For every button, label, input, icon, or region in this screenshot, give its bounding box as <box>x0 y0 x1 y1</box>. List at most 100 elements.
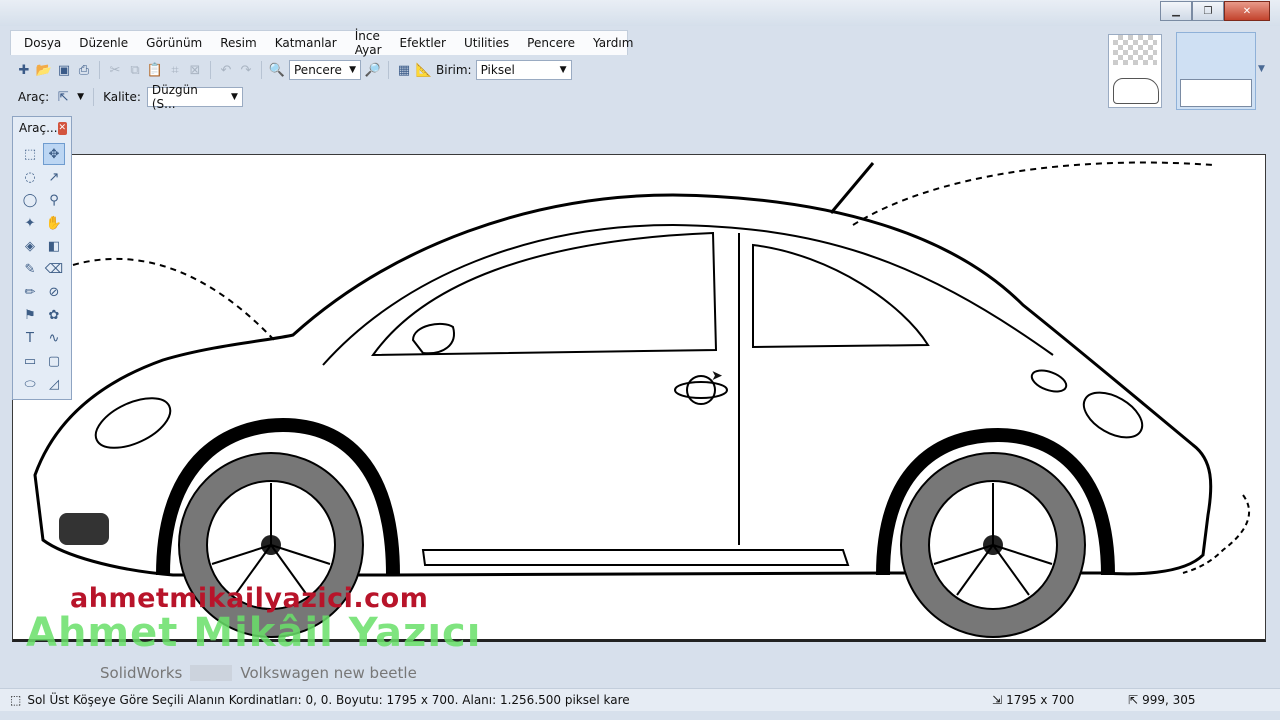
lasso-select-icon[interactable]: ◌ <box>19 166 41 188</box>
magic-wand-icon[interactable]: ✦ <box>19 212 41 234</box>
save-icon[interactable]: ▣ <box>56 62 72 78</box>
eraser-icon[interactable]: ⌫ <box>43 258 65 280</box>
zoom-out-icon[interactable]: 🔍 <box>269 62 285 78</box>
crop-icon[interactable]: ⌗ <box>167 62 183 78</box>
new-icon[interactable]: ✚ <box>16 62 32 78</box>
ellipse-icon[interactable]: ⬭ <box>19 373 41 395</box>
pan-icon[interactable]: ✋ <box>43 212 65 234</box>
move-selection-icon[interactable]: ↗ <box>43 166 65 188</box>
pencil-icon[interactable]: ✏ <box>19 281 41 303</box>
toolbar-separator <box>388 61 389 79</box>
copy-icon[interactable]: ⧉ <box>127 62 143 78</box>
chevron-down-icon: ▼ <box>230 92 238 102</box>
tools-window-close-button[interactable]: ✕ <box>57 121 67 135</box>
menu-yardim[interactable]: Yardım <box>584 36 642 50</box>
side-marker <box>1030 369 1068 393</box>
quality-label: Kalite: <box>103 90 141 104</box>
selection-icon: ⬚ <box>10 693 22 707</box>
chevron-down-icon[interactable]: ▼ <box>77 92 84 102</box>
title-bar: ▁ ❐ ✕ <box>0 0 1280 26</box>
quality-combo[interactable]: Düzgün (S... ▼ <box>146 83 243 111</box>
clone-stamp-icon[interactable]: ⚑ <box>19 304 41 326</box>
scroll-down-icon[interactable]: ▼ <box>1258 64 1265 74</box>
grid-icon[interactable]: ▦ <box>396 62 412 78</box>
rectangle-icon[interactable]: ▭ <box>19 350 41 372</box>
tool-grid: ⬚ ✥ ◌ ↗ ◯ ⚲ ✦ ✋ ◈ ◧ ✎ ⌫ ✏ ⊘ ⚑ ✿ T ∿ ▭ ▢ … <box>13 139 71 399</box>
gradient-icon[interactable]: ◧ <box>43 235 65 257</box>
unit-combo[interactable]: Piksel ▼ <box>475 60 572 80</box>
rectangle-select-icon[interactable]: ⬚ <box>19 143 41 165</box>
chevron-down-icon: ▼ <box>559 65 567 75</box>
cursor-position-status: ⇱ 999, 305 <box>1128 693 1196 707</box>
rounded-rectangle-icon[interactable]: ▢ <box>43 350 65 372</box>
unit-value: Piksel <box>480 63 515 77</box>
print-icon[interactable]: ⎙ <box>76 62 92 78</box>
menu-efektler[interactable]: Efektler <box>391 36 456 50</box>
rear-window <box>752 243 930 349</box>
cut-icon[interactable]: ✂ <box>107 62 123 78</box>
layer-preview <box>1180 79 1252 107</box>
undo-icon[interactable]: ↶ <box>218 62 234 78</box>
menu-pencere[interactable]: Pencere <box>518 36 584 50</box>
paint-bucket-icon[interactable]: ◈ <box>19 235 41 257</box>
door-handle <box>674 381 728 399</box>
rear-wheel <box>900 452 1086 638</box>
ruler-icon[interactable]: 📐 <box>416 62 432 78</box>
zoom-icon[interactable]: ⚲ <box>43 189 65 211</box>
caption-blank <box>190 665 233 681</box>
menu-bar: Dosya Düzenle Görünüm Resim Katmanlar İn… <box>10 29 633 57</box>
selection-status: ⬚ Sol Üst Köşeye Göre Seçili Alanın Kord… <box>10 693 630 707</box>
zoom-value: Pencere <box>294 63 342 77</box>
move-selected-icon[interactable]: ✥ <box>43 143 65 165</box>
menu-duzenle[interactable]: Düzenle <box>70 36 137 50</box>
cursor-position: 999, 305 <box>1142 693 1196 707</box>
antenna <box>829 162 875 214</box>
window-controls: ▁ ❐ ✕ <box>1160 1 1270 21</box>
recolor-icon[interactable]: ✿ <box>43 304 65 326</box>
layer-thumbnail[interactable] <box>1176 32 1256 110</box>
maximize-button[interactable]: ❐ <box>1192 1 1224 21</box>
mouse-cursor-icon: ➤ <box>711 368 723 384</box>
menu-katmanlar[interactable]: Katmanlar <box>266 36 346 50</box>
rear-headlight <box>1082 391 1144 439</box>
chevron-down-icon: ▼ <box>349 65 356 75</box>
watermark-name: Ahmet Mikâil Yazıcı <box>26 610 482 656</box>
deselect-icon[interactable]: ⊠ <box>187 62 203 78</box>
line-curve-icon[interactable]: ∿ <box>43 327 65 349</box>
caption: SolidWorks Volkswagen new beetle <box>100 664 417 682</box>
tool-options-bar: Araç: ⇱ ▼ Kalite: Düzgün (S... ▼ <box>10 83 1108 111</box>
toolbar-separator <box>93 88 95 106</box>
freeform-shape-icon[interactable]: ◿ <box>43 373 65 395</box>
pointer-icon: ⇱ <box>1128 693 1139 707</box>
menu-ince-ayar[interactable]: İnce Ayar <box>346 29 391 57</box>
redo-icon[interactable]: ↷ <box>238 62 254 78</box>
menu-resim[interactable]: Resim <box>211 36 265 50</box>
tool-label: Araç: <box>18 90 50 104</box>
toolbar-separator <box>261 61 262 79</box>
image-canvas[interactable] <box>12 154 1266 642</box>
zoom-combo[interactable]: Pencere ▼ <box>289 60 361 80</box>
paintbrush-icon[interactable]: ✎ <box>19 258 41 280</box>
minimize-button[interactable]: ▁ <box>1160 1 1192 21</box>
side-sill <box>421 549 850 566</box>
menu-utilities[interactable]: Utilities <box>455 36 518 50</box>
front-window <box>371 231 718 357</box>
quality-value: Düzgün (S... <box>151 83 198 111</box>
status-bar: ⬚ Sol Üst Köşeye Göre Seçili Alanın Kord… <box>0 688 1280 711</box>
fog-light <box>59 513 109 545</box>
open-icon[interactable]: 📂 <box>36 62 52 78</box>
menu-dosya[interactable]: Dosya <box>15 36 70 50</box>
move-selection-icon[interactable]: ⇱ <box>55 89 71 105</box>
paste-icon[interactable]: 📋 <box>147 62 163 78</box>
tools-window: Araç... ✕ ⬚ ✥ ◌ ↗ ◯ ⚲ ✦ ✋ ◈ ◧ ✎ ⌫ ✏ ⊘ ⚑ … <box>12 116 72 400</box>
main-toolbar: ✚ 📂 ▣ ⎙ ✂ ⧉ 📋 ⌗ ⊠ ↶ ↷ 🔍 Pencere ▼ 🔎 ▦ 📐 … <box>10 56 1106 84</box>
menu-gorunum[interactable]: Görünüm <box>137 36 211 50</box>
tools-window-header[interactable]: Araç... ✕ <box>13 117 71 139</box>
transparent-thumbnail <box>1113 35 1157 65</box>
zoom-in-icon[interactable]: 🔎 <box>365 62 381 78</box>
car-thumbnail <box>1113 78 1159 104</box>
close-button[interactable]: ✕ <box>1224 1 1270 21</box>
color-picker-icon[interactable]: ⊘ <box>43 281 65 303</box>
ellipse-select-icon[interactable]: ◯ <box>19 189 41 211</box>
text-icon[interactable]: T <box>19 327 41 349</box>
